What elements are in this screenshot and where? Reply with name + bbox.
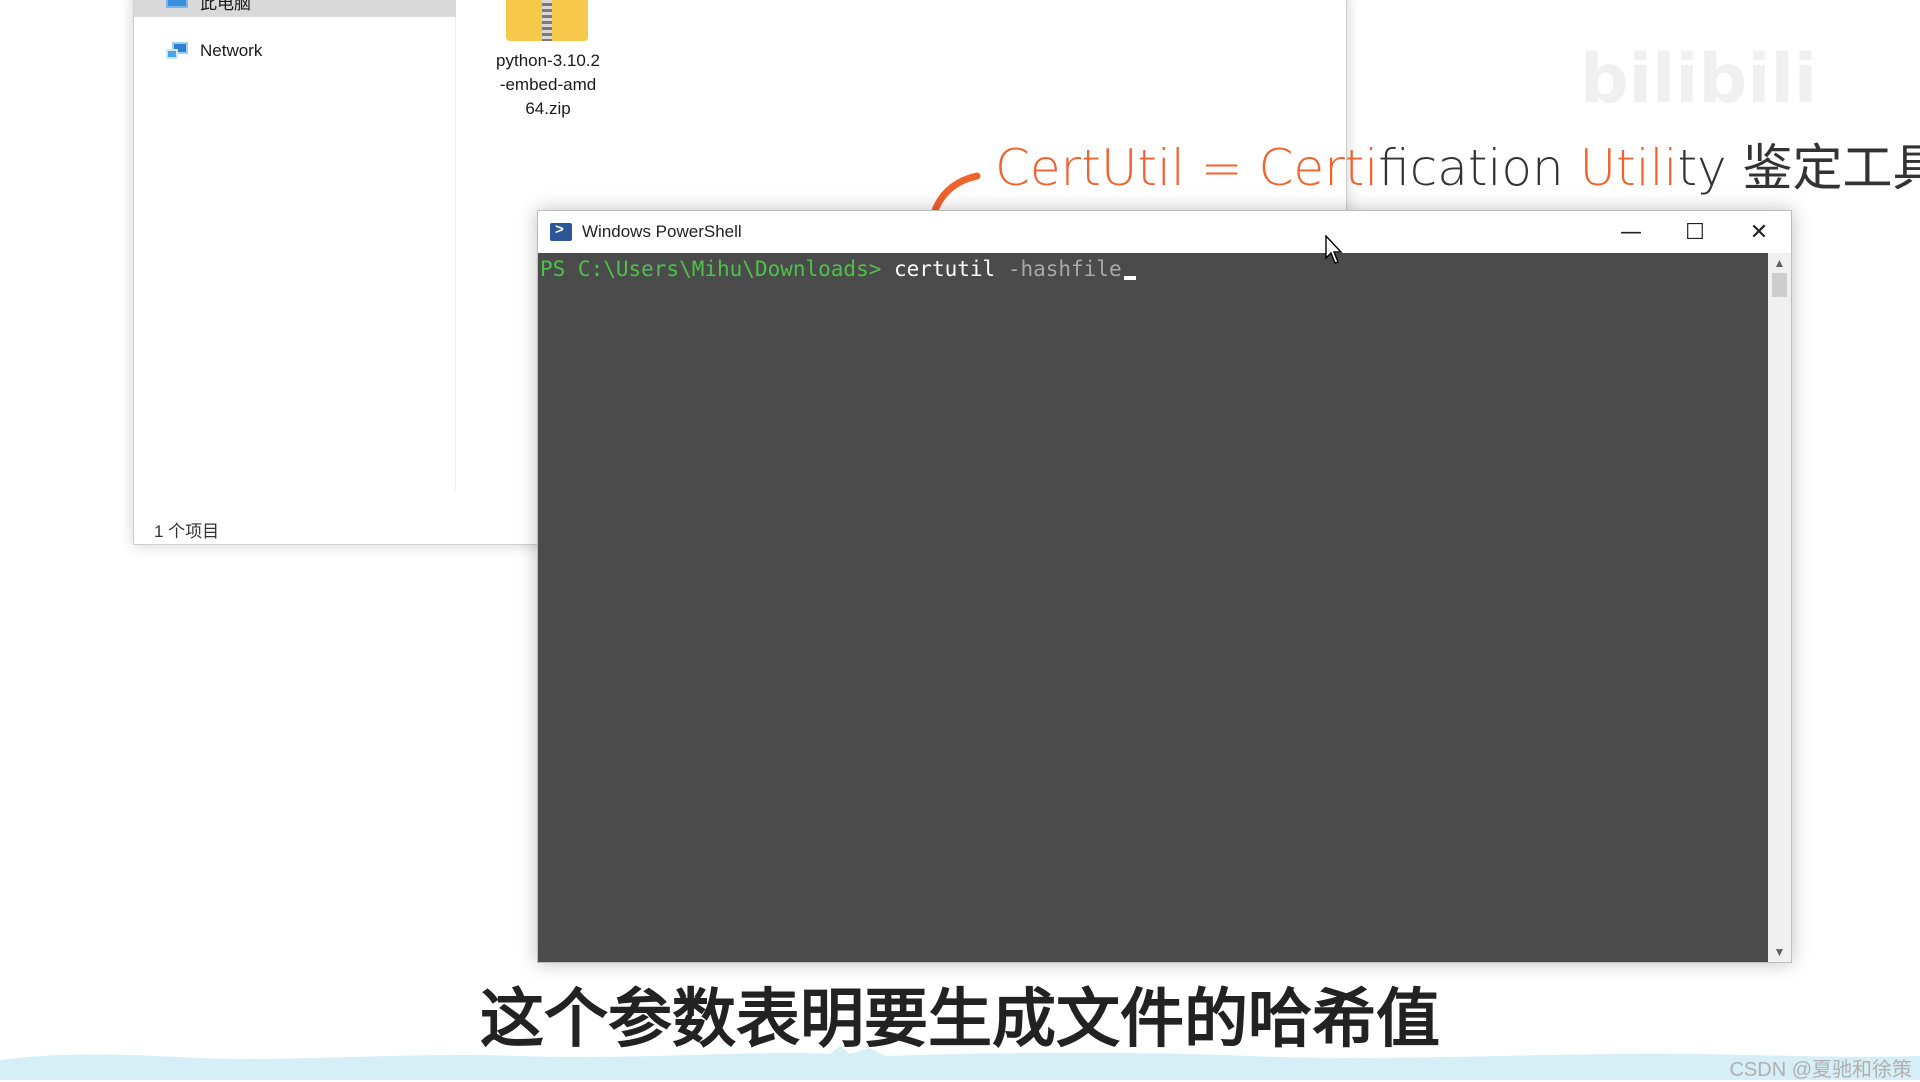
file-item-name[interactable]: python-3.10.2 -embed-amd 64.zip bbox=[479, 49, 617, 121]
mouse-pointer-icon bbox=[1325, 235, 1343, 264]
annotation-ty-cn: ty 鉴定工具 bbox=[1677, 139, 1920, 197]
zip-folder-icon[interactable] bbox=[506, 0, 588, 41]
console-area[interactable]: PS C:\Users\Mihu\Downloads> certutil -ha… bbox=[538, 253, 1768, 962]
sidebar-item-network[interactable]: Network bbox=[134, 35, 456, 67]
maximize-button[interactable]: ☐ bbox=[1663, 211, 1727, 253]
console-line: PS C:\Users\Mihu\Downloads> certutil -ha… bbox=[540, 257, 1136, 281]
scroll-down-arrow-icon[interactable]: ▼ bbox=[1768, 942, 1791, 962]
annotation-utili: Utili bbox=[1579, 139, 1678, 197]
status-bar-item-count: 1 个项目 bbox=[154, 522, 220, 541]
powershell-icon bbox=[550, 221, 572, 241]
close-button[interactable]: ✕ bbox=[1727, 211, 1791, 253]
powershell-window[interactable]: Windows PowerShell — ☐ ✕ PS C:\Users\Mih… bbox=[537, 210, 1792, 963]
explorer-sidebar: 此电脑 Network bbox=[134, 0, 456, 491]
decorative-wave bbox=[0, 1046, 1920, 1080]
annotation-fication: fication bbox=[1378, 139, 1580, 197]
sidebar-item-label: 此电脑 bbox=[200, 0, 251, 13]
sidebar-item-this-pc[interactable]: 此电脑 bbox=[134, 0, 456, 17]
vertical-scrollbar[interactable]: ▲ ▼ bbox=[1768, 253, 1791, 962]
scrollbar-thumb[interactable] bbox=[1772, 273, 1787, 297]
annotation-equals: = bbox=[1184, 139, 1259, 197]
computer-icon bbox=[166, 0, 188, 8]
scroll-up-arrow-icon[interactable]: ▲ bbox=[1768, 253, 1791, 273]
annotation-certi: Certi bbox=[1258, 139, 1379, 197]
network-icon bbox=[166, 40, 190, 62]
minimize-button[interactable]: — bbox=[1599, 211, 1663, 253]
csdn-watermark: CSDN @夏驰和徐策 bbox=[1729, 1059, 1912, 1081]
console-command: certutil bbox=[894, 257, 996, 281]
text-cursor bbox=[1123, 276, 1136, 280]
certutil-annotation: CertUtil = Certification Utility 鉴定工具 bbox=[995, 128, 1920, 200]
annotation-certutil: CertUtil bbox=[995, 139, 1185, 197]
file-name-line: python-3.10.2 bbox=[496, 51, 600, 70]
console-prompt: PS C:\Users\Mihu\Downloads> bbox=[540, 257, 895, 281]
bilibili-watermark: bilibili bbox=[1580, 40, 1818, 119]
file-name-line: -embed-amd bbox=[499, 75, 597, 94]
console-parameter: -hashfile bbox=[995, 257, 1122, 281]
sidebar-item-label: Network bbox=[200, 41, 263, 60]
file-name-line: 64.zip bbox=[525, 99, 571, 118]
window-title: Windows PowerShell bbox=[582, 222, 742, 241]
